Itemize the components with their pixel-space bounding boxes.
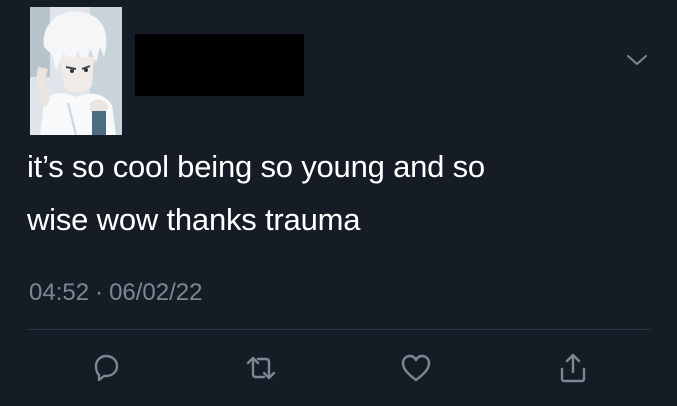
chevron-down-icon[interactable] bbox=[626, 52, 648, 68]
retweet-icon bbox=[246, 356, 276, 380]
avatar[interactable] bbox=[30, 7, 122, 135]
reply-icon bbox=[94, 354, 119, 382]
tweet-text: it’s so cool being so young and so wise … bbox=[27, 149, 485, 237]
redacted-username bbox=[135, 34, 304, 96]
tweet-card: it’s so cool being so young and so wise … bbox=[0, 0, 677, 406]
tweet-timestamp[interactable]: 04:52 · 06/02/22 bbox=[29, 278, 202, 308]
share-button[interactable] bbox=[555, 350, 591, 386]
tweet-time: 04:52 bbox=[29, 279, 90, 306]
share-icon bbox=[560, 353, 586, 383]
retweet-button[interactable] bbox=[243, 350, 279, 386]
heart-icon bbox=[401, 354, 431, 382]
like-button[interactable] bbox=[398, 350, 434, 386]
reply-button[interactable] bbox=[88, 350, 124, 386]
timestamp-separator: · bbox=[95, 279, 104, 306]
divider bbox=[27, 329, 650, 330]
tweet-date: 06/02/22 bbox=[109, 279, 203, 306]
